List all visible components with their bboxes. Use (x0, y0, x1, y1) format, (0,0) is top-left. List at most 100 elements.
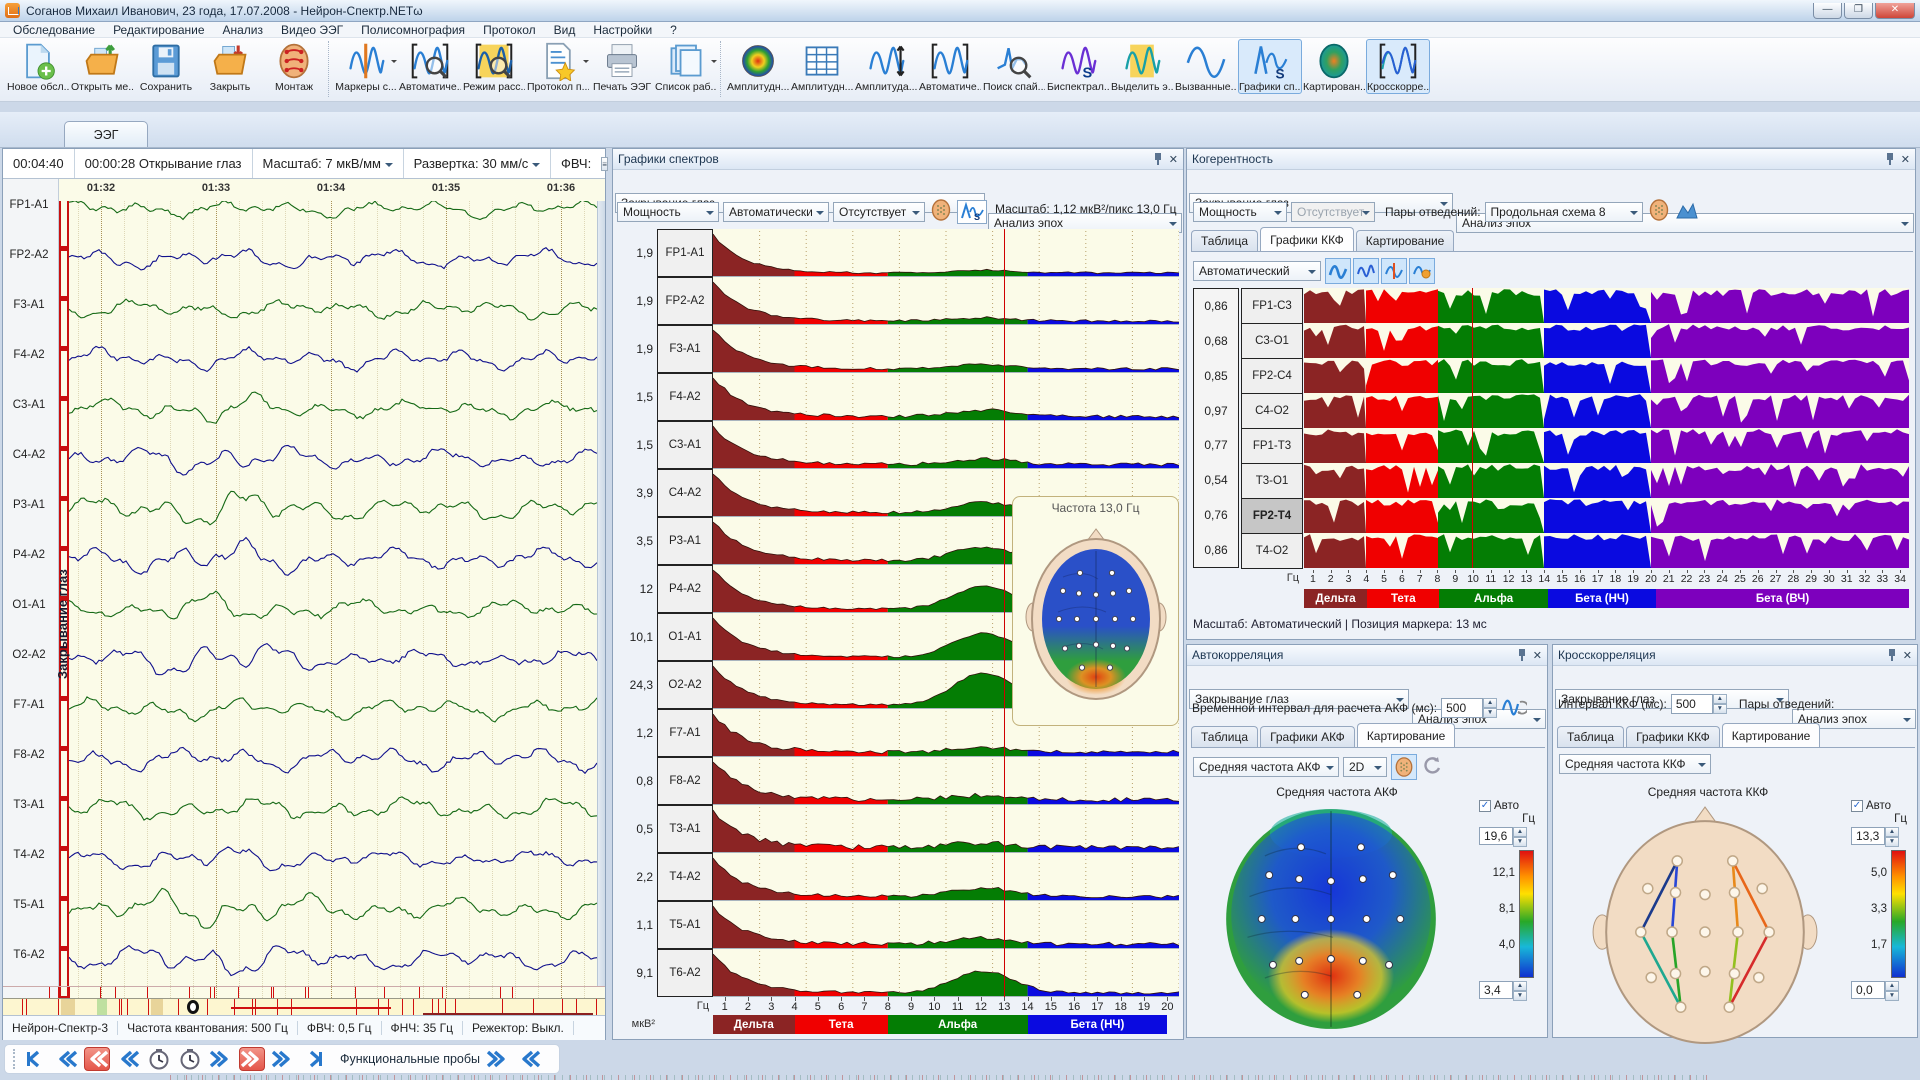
minimize-button[interactable]: — (1813, 3, 1842, 19)
close-icon[interactable]: ✕ (1533, 649, 1542, 662)
toolbar-button-amplitude-measure[interactable]: Амплитуда... (854, 39, 918, 94)
eeg-channel-label-O2-A2[interactable]: O2-A2 (3, 649, 55, 661)
spectra-frequency-marker[interactable] (1004, 229, 1005, 997)
eeg-channel-label-T6-A2[interactable]: T6-A2 (3, 949, 55, 961)
coherence-view-button-0[interactable] (1325, 258, 1351, 284)
coherence-row-chart-C3-O1[interactable] (1304, 323, 1909, 358)
timer-fwd-button[interactable] (177, 1047, 203, 1071)
crosscorr-tab-0[interactable]: Таблица (1557, 726, 1624, 747)
toolbar-button-save[interactable]: Сохранить (134, 39, 198, 94)
spectra-row-channel[interactable]: F7-A1 (657, 709, 713, 757)
coherence-view-button-2[interactable] (1381, 258, 1407, 284)
coherence-power-combo[interactable]: Мощность (1193, 202, 1287, 222)
autocorr-auto-checkbox[interactable]: ✓ (1479, 800, 1491, 812)
eeg-channel-label-FP2-A2[interactable]: FP2-A2 (3, 249, 55, 261)
eeg-overview-bar[interactable] (3, 998, 605, 1015)
coherence-row-chart-FP2-C4[interactable] (1304, 358, 1909, 393)
eeg-channel-label-F7-A1[interactable]: F7-A1 (3, 699, 55, 711)
eeg-channel-label-C4-A2[interactable]: C4-A2 (3, 449, 55, 461)
eeg-channel-label-C3-A1[interactable]: C3-A1 (3, 399, 55, 411)
pin-icon[interactable] (1885, 153, 1895, 165)
coherence-marker[interactable] (1472, 288, 1473, 568)
prev-trial-button[interactable] (516, 1047, 542, 1071)
coherence-row-channel-FP2-C4[interactable]: FP2-C4 (1241, 358, 1303, 394)
toolbar-button-close-exam[interactable]: Закрыть (198, 39, 262, 94)
forward-page-button[interactable] (239, 1047, 265, 1071)
crosscorr-tab-2[interactable]: Картирование (1722, 723, 1821, 747)
coherence-row-channel-C4-O2[interactable]: C4-O2 (1241, 393, 1303, 429)
menu-item-3[interactable]: Видео ЭЭГ (272, 22, 352, 38)
coherence-row-channel-T3-O1[interactable]: T3-O1 (1241, 463, 1303, 499)
eeg-channel-label-P4-A2[interactable]: P4-A2 (3, 549, 55, 561)
rewind-slow-button[interactable] (115, 1047, 141, 1071)
autocorr-interval-input[interactable]: 500▲▼ (1441, 698, 1497, 718)
coherence-row-chart-FP1-T3[interactable] (1304, 428, 1909, 463)
toolbar-button-wave-brackets[interactable]: Автоматиче... (918, 39, 982, 94)
spectra-row-channel[interactable]: FP1-A1 (657, 229, 713, 277)
spectra-row-channel[interactable]: T4-A2 (657, 853, 713, 901)
drag-handle[interactable] (13, 1049, 17, 1069)
eeg-channel-label-FP1-A1[interactable]: FP1-A1 (3, 199, 55, 211)
acf-calc-icon[interactable] (1501, 694, 1527, 721)
eeg-channel-label-P3-A1[interactable]: P3-A1 (3, 499, 55, 511)
rewind-button[interactable] (53, 1047, 79, 1071)
coherence-row-chart-T3-O1[interactable] (1304, 463, 1909, 498)
coherence-row-chart-T4-O2[interactable] (1304, 533, 1909, 568)
toolbar-button-bispectral[interactable]: SБиспектрал... (1046, 39, 1110, 94)
eeg-position-marker[interactable] (187, 1000, 199, 1014)
toolbar-button-wave-marker[interactable]: Маркеры с... (334, 39, 398, 94)
menu-item-0[interactable]: Обследование (4, 22, 104, 38)
spectra-row-channel[interactable]: T3-A1 (657, 805, 713, 853)
coherence-tab-2[interactable]: Картирование (1356, 230, 1455, 251)
pin-icon[interactable] (1887, 649, 1897, 661)
close-button[interactable]: ✕ (1875, 3, 1915, 19)
toolbar-button-amplitude-table[interactable]: Амплитудн... (790, 39, 854, 94)
spectra-row-channel[interactable]: F8-A2 (657, 757, 713, 805)
spectra-row-chart-F3-A1[interactable] (713, 325, 1179, 373)
toolbar-button-amplitude-map[interactable]: Амплитудн... (726, 39, 790, 94)
toolbar-button-print[interactable]: Печать ЭЭГ (590, 39, 654, 94)
refresh-icon[interactable] (1421, 755, 1443, 780)
autocorr-tab-1[interactable]: Графики АКФ (1260, 726, 1355, 747)
eeg-channel-label-F4-A2[interactable]: F4-A2 (3, 349, 55, 361)
head-map-icon[interactable] (929, 198, 953, 225)
menu-item-5[interactable]: Протокол (474, 22, 545, 38)
spectra-row-channel[interactable]: F4-A2 (657, 373, 713, 421)
spectra-row-channel[interactable]: FP2-A2 (657, 277, 713, 325)
spectra-power-combo[interactable]: Мощность (617, 202, 719, 222)
coherence-tab-0[interactable]: Таблица (1191, 230, 1258, 251)
coherence-smooth-combo[interactable]: Отсутствует (1291, 202, 1375, 222)
autocorr-scale-max-input[interactable]: 19,6▲▼ (1479, 827, 1545, 847)
crosscorr-scale-min-input[interactable]: 0,0▲▼ (1851, 981, 1917, 1001)
timer-back-button[interactable] (146, 1047, 172, 1071)
coherence-row-chart-FP1-C3[interactable] (1304, 288, 1909, 323)
close-icon[interactable]: ✕ (1901, 153, 1910, 166)
menu-item-6[interactable]: Вид (545, 22, 585, 38)
spectra-row-chart-FP2-A2[interactable] (713, 277, 1179, 325)
menu-item-1[interactable]: Редактирование (104, 22, 213, 38)
toolbar-button-crosscorr[interactable]: Кросскорре... (1366, 39, 1430, 94)
spectra-row-channel[interactable]: C3-A1 (657, 421, 713, 469)
toolbar-button-montage-head[interactable]: Монтаж (262, 39, 326, 94)
spectra-smooth-combo[interactable]: Отсутствует (833, 202, 925, 222)
toolbar-button-wave-review[interactable]: Режим расс... (462, 39, 526, 94)
spectra-row-channel[interactable]: T6-A2 (657, 949, 713, 997)
chevron-down-icon[interactable] (583, 60, 589, 66)
autocorr-tab-2[interactable]: Картирование (1357, 723, 1456, 747)
spectra-row-channel[interactable]: F3-A1 (657, 325, 713, 373)
eeg-channel-label-T3-A1[interactable]: T3-A1 (3, 799, 55, 811)
toolbar-button-spike-search[interactable]: Поиск спай... (982, 39, 1046, 94)
spectra-row-channel[interactable]: P3-A1 (657, 517, 713, 565)
pin-icon[interactable] (1517, 649, 1527, 661)
crosscorr-scale-max-input[interactable]: 13,3▲▼ (1851, 827, 1917, 847)
chevron-down-icon[interactable] (391, 60, 397, 66)
coherence-charts[interactable] (1304, 288, 1909, 568)
menu-item-4[interactable]: Полисомнография (352, 22, 474, 38)
autocorr-measure-combo[interactable]: Средняя частота АКФ (1193, 757, 1339, 777)
toolbar-button-open-card[interactable]: Открыть ме... (70, 39, 134, 94)
histogram-icon[interactable] (1675, 200, 1699, 223)
pin-icon[interactable] (1153, 153, 1163, 165)
coherence-row-channel-FP2-T4[interactable]: FP2-T4 (1241, 498, 1303, 534)
close-icon[interactable]: ✕ (1903, 649, 1912, 662)
coherence-view-button-3[interactable] (1409, 258, 1435, 284)
